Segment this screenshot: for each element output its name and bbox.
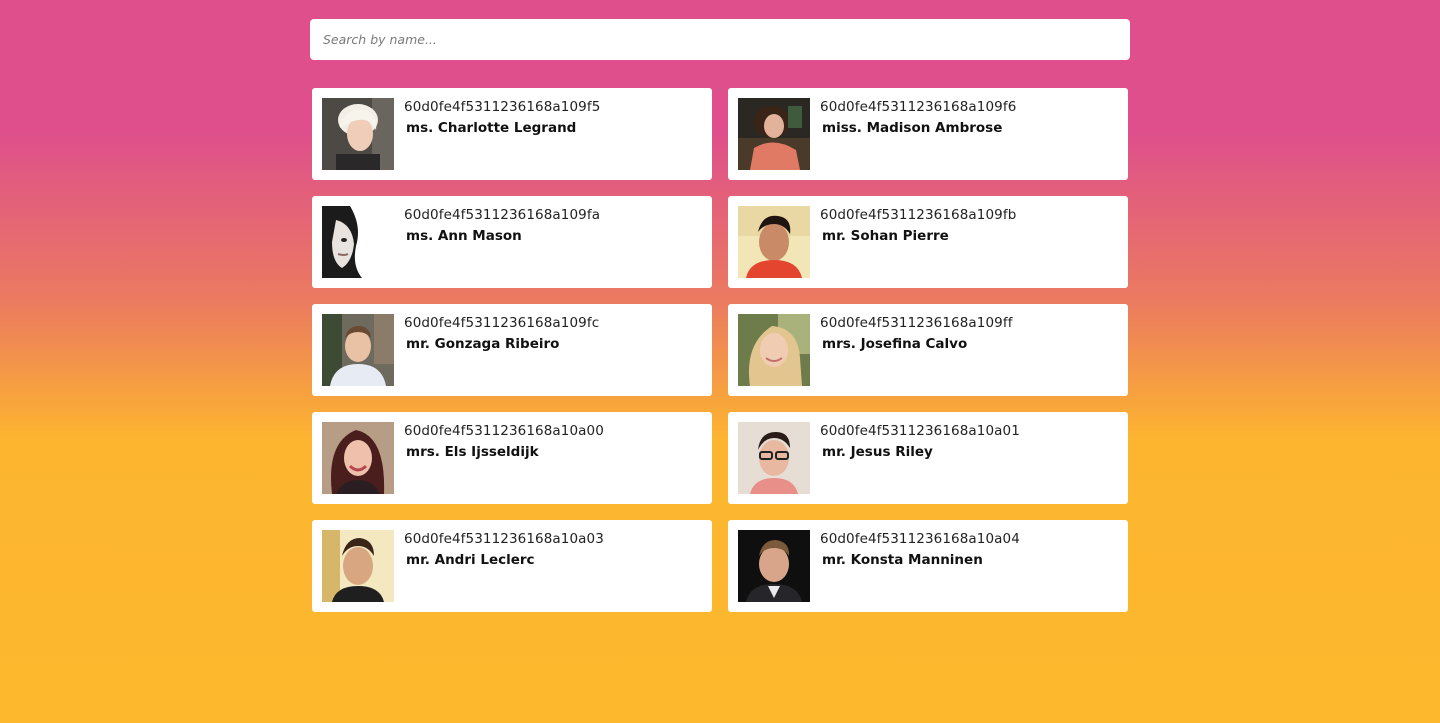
user-id: 60d0fe4f5311236168a109ff [820, 315, 1013, 331]
user-card[interactable]: 60d0fe4f5311236168a109f5 ms. Charlotte L… [312, 88, 712, 180]
user-name: ms. Charlotte Legrand [406, 120, 577, 136]
user-card[interactable]: 60d0fe4f5311236168a10a00 mrs. Els Ijssel… [312, 412, 712, 504]
user-id: 60d0fe4f5311236168a109fc [404, 315, 600, 331]
user-name: mr. Konsta Manninen [822, 552, 983, 568]
user-id: 60d0fe4f5311236168a109fb [820, 207, 1017, 223]
user-name: mr. Jesus Riley [822, 444, 933, 460]
user-avatar [738, 314, 810, 386]
user-grid: 60d0fe4f5311236168a109f5 ms. Charlotte L… [312, 88, 1128, 612]
search-bar[interactable] [310, 19, 1130, 60]
user-id: 60d0fe4f5311236168a10a01 [820, 423, 1020, 439]
search-input[interactable] [310, 19, 1130, 60]
user-card[interactable]: 60d0fe4f5311236168a109fb mr. Sohan Pierr… [728, 196, 1128, 288]
user-avatar [738, 422, 810, 494]
user-card[interactable]: 60d0fe4f5311236168a10a03 mr. Andri Lecle… [312, 520, 712, 612]
user-avatar [322, 98, 394, 170]
user-card[interactable]: 60d0fe4f5311236168a109ff mrs. Josefina C… [728, 304, 1128, 396]
user-name: miss. Madison Ambrose [822, 120, 1003, 136]
user-name: ms. Ann Mason [406, 228, 522, 244]
user-id: 60d0fe4f5311236168a10a04 [820, 531, 1020, 547]
user-id: 60d0fe4f5311236168a109fa [404, 207, 601, 223]
user-avatar [738, 530, 810, 602]
user-id: 60d0fe4f5311236168a109f5 [404, 99, 601, 115]
user-card[interactable]: 60d0fe4f5311236168a109fa ms. Ann Mason [312, 196, 712, 288]
user-id: 60d0fe4f5311236168a109f6 [820, 99, 1017, 115]
user-card[interactable]: 60d0fe4f5311236168a10a01 mr. Jesus Riley [728, 412, 1128, 504]
user-avatar [322, 206, 394, 278]
user-avatar [322, 314, 394, 386]
user-name: mrs. Josefina Calvo [822, 336, 968, 352]
user-id: 60d0fe4f5311236168a10a00 [404, 423, 604, 439]
user-card[interactable]: 60d0fe4f5311236168a109f6 miss. Madison A… [728, 88, 1128, 180]
user-name: mr. Sohan Pierre [822, 228, 949, 244]
user-avatar [322, 422, 394, 494]
user-card[interactable]: 60d0fe4f5311236168a10a04 mr. Konsta Mann… [728, 520, 1128, 612]
user-card[interactable]: 60d0fe4f5311236168a109fc mr. Gonzaga Rib… [312, 304, 712, 396]
user-id: 60d0fe4f5311236168a10a03 [404, 531, 604, 547]
user-name: mrs. Els Ijsseldijk [406, 444, 539, 460]
user-name: mr. Gonzaga Ribeiro [406, 336, 560, 352]
user-avatar [738, 98, 810, 170]
user-avatar [322, 530, 394, 602]
user-avatar [738, 206, 810, 278]
user-name: mr. Andri Leclerc [406, 552, 535, 568]
